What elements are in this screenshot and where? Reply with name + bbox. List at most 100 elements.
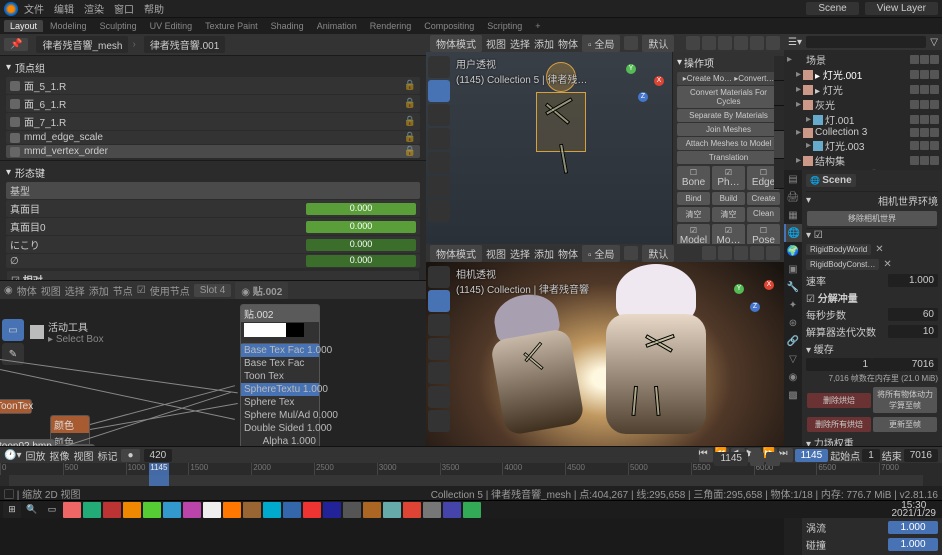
np-create-convert[interactable]: ▸Create Mo… ▸Convert… — [677, 72, 780, 85]
viewport-top[interactable]: 物体模式 视图 选择 添加 物体 ▫ 全局 默认 用 — [426, 34, 784, 244]
menu-edit[interactable]: 编辑 — [54, 1, 74, 16]
np-tab-item[interactable]: 项目 — [774, 56, 784, 81]
tb-app13[interactable] — [323, 502, 341, 518]
nav-gizmo-b[interactable]: X Y Z — [730, 270, 774, 314]
sk-item[interactable]: にこり0.000 — [6, 236, 420, 253]
jump-start-icon[interactable]: ⏮ — [699, 448, 713, 462]
vp-menu-select[interactable]: 选择 — [510, 36, 530, 51]
np-bone[interactable]: ☐ Bone — [677, 166, 710, 190]
outliner-item[interactable]: ▸灰光 — [786, 97, 940, 112]
sk-slider[interactable]: 0.000 — [306, 255, 416, 267]
viewport-bottom[interactable]: 物体模式 视图 选择 添加 物体 ▫ 全局 默认 相 — [426, 244, 784, 468]
vp-menu-add[interactable]: 添加 — [534, 36, 554, 51]
np-model[interactable]: ☑ Model — [677, 224, 710, 244]
vp-menu-view[interactable]: 视图 — [486, 36, 506, 51]
rbw-remove[interactable]: ✕ — [873, 244, 885, 255]
pt-data-icon[interactable]: ▽ — [784, 350, 802, 368]
tl-menu-marker[interactable]: 标记 — [97, 448, 117, 463]
np-tab-view[interactable]: 视图 — [774, 106, 784, 131]
tb-app10[interactable] — [263, 502, 281, 518]
tb-app19[interactable] — [443, 502, 461, 518]
np-translate[interactable]: Translation — [677, 151, 780, 164]
menu-render[interactable]: 渲染 — [84, 1, 104, 16]
sk-slider[interactable]: 0.000 — [306, 203, 416, 215]
rbc-chip[interactable]: RigidBodyConst… — [806, 259, 879, 270]
np-tab-tool[interactable]: 工具 — [774, 81, 784, 106]
cache-section[interactable]: ▾ 缓存 — [806, 340, 938, 357]
transform-tool[interactable] — [428, 152, 450, 174]
vg-item[interactable]: mmd_vertex_order🔒 — [6, 145, 420, 158]
sk-item[interactable]: 基型 — [6, 182, 420, 199]
snap-icon[interactable] — [624, 36, 638, 50]
ws-add[interactable]: + — [529, 20, 546, 32]
tb-app15[interactable] — [363, 502, 381, 518]
remove-world-btn[interactable]: 移除相机世界 — [807, 211, 937, 226]
measure-tool[interactable] — [428, 200, 450, 222]
ne-menu-node[interactable]: 节点 — [113, 283, 133, 298]
tl-menu-playback[interactable]: 回放 — [25, 448, 45, 463]
start-button[interactable]: ⊞ — [3, 502, 21, 518]
scene-selector[interactable]: Scene — [806, 2, 858, 15]
pt-modifier-icon[interactable]: 🔧 — [784, 278, 802, 296]
pt-material-icon[interactable]: ◉ — [784, 368, 802, 386]
texture-selector[interactable]: ◉ 贴.002 — [235, 282, 288, 299]
speed-field[interactable]: 1.000 — [888, 274, 938, 287]
fw-slider[interactable]: 1.000 — [888, 521, 938, 534]
ws-script[interactable]: Scripting — [481, 20, 528, 32]
shading-render-icon[interactable] — [766, 36, 780, 50]
pt-texture-icon[interactable]: ▩ — [784, 386, 802, 404]
pt-scene-icon[interactable]: 🌐 — [784, 224, 802, 242]
mode-selector-b[interactable]: 物体模式 — [430, 245, 482, 262]
props-pin-icon[interactable]: 📌 — [4, 38, 28, 51]
pt-constraint-icon[interactable]: 🔗 — [784, 332, 802, 350]
overlay-icon[interactable] — [686, 36, 700, 50]
ol-mode-icon[interactable]: ☰▾ — [788, 37, 802, 48]
vg-item[interactable]: mmd_edge_scale🔒 — [6, 131, 420, 144]
ws-sculpting[interactable]: Sculpting — [94, 20, 143, 32]
auto-key-icon[interactable]: ● — [121, 449, 139, 462]
tb-app17[interactable] — [403, 502, 421, 518]
outliner-item[interactable]: ▸结构集 — [786, 153, 940, 168]
np-build[interactable]: Build — [712, 192, 745, 205]
tb-app2[interactable] — [83, 502, 101, 518]
np-bind[interactable]: Bind — [677, 192, 710, 205]
update-to-frame-btn[interactable]: 更新至帧 — [873, 417, 937, 432]
start-frame[interactable]: 1 — [862, 449, 880, 462]
pt-physics-icon[interactable]: ⊛ — [784, 314, 802, 332]
outliner-item[interactable]: ▸Collection 3 — [786, 127, 940, 138]
sk-slider[interactable]: 0.000 — [306, 239, 416, 251]
tb-app3[interactable] — [103, 502, 121, 518]
lock-camera-icon[interactable] — [766, 452, 780, 466]
vg-item[interactable]: 面_7_1.R🔒 — [6, 113, 420, 130]
ws-texpaint[interactable]: Texture Paint — [199, 20, 264, 32]
viewlayer-selector[interactable]: View Layer — [865, 2, 938, 15]
pt-particle-icon[interactable]: ✦ — [784, 296, 802, 314]
playhead[interactable]: 1145 — [149, 463, 169, 487]
world-section[interactable]: 相机世界环境 — [878, 193, 938, 208]
taskview-icon[interactable]: ▭ — [43, 502, 61, 518]
delete-all-bake-btn[interactable]: 删除所有烘焙 — [807, 417, 871, 432]
shapekeys-header[interactable]: ▾ 形态键 — [6, 163, 420, 182]
menu-window[interactable]: 窗口 — [114, 1, 134, 16]
search-icon[interactable]: 🔍 — [23, 502, 41, 518]
ne-menu-add[interactable]: 添加 — [89, 283, 109, 298]
np-tab-mmd[interactable]: MMD — [774, 131, 784, 159]
default-pivot[interactable]: 默认 — [642, 35, 674, 52]
outliner-item[interactable]: ▸场景 — [786, 52, 940, 67]
tb-app4[interactable] — [123, 502, 141, 518]
iter-field[interactable]: 10 — [888, 325, 938, 338]
calc-to-frame-btn[interactable]: 将所有物体动力学算至帧 — [873, 387, 937, 413]
cursor-tool[interactable] — [428, 56, 450, 78]
cache-end[interactable]: 7016 — [872, 358, 938, 371]
sk-item[interactable]: ∅0.000 — [6, 254, 420, 268]
ne-menu-object[interactable]: 物体 — [17, 283, 37, 298]
snap-icon[interactable] — [624, 246, 638, 260]
tb-app20[interactable] — [463, 502, 481, 518]
ws-uv[interactable]: UV Editing — [144, 20, 199, 32]
scene-chip[interactable]: 🌐 Scene — [806, 174, 856, 187]
shading-solid-icon[interactable] — [734, 36, 748, 50]
pt-world-icon[interactable]: 🌍 — [784, 242, 802, 260]
orient-global[interactable]: ▫ 全局 — [582, 35, 620, 52]
pt-render-icon[interactable]: ▤ — [784, 170, 802, 188]
scale-tool[interactable] — [428, 128, 450, 150]
